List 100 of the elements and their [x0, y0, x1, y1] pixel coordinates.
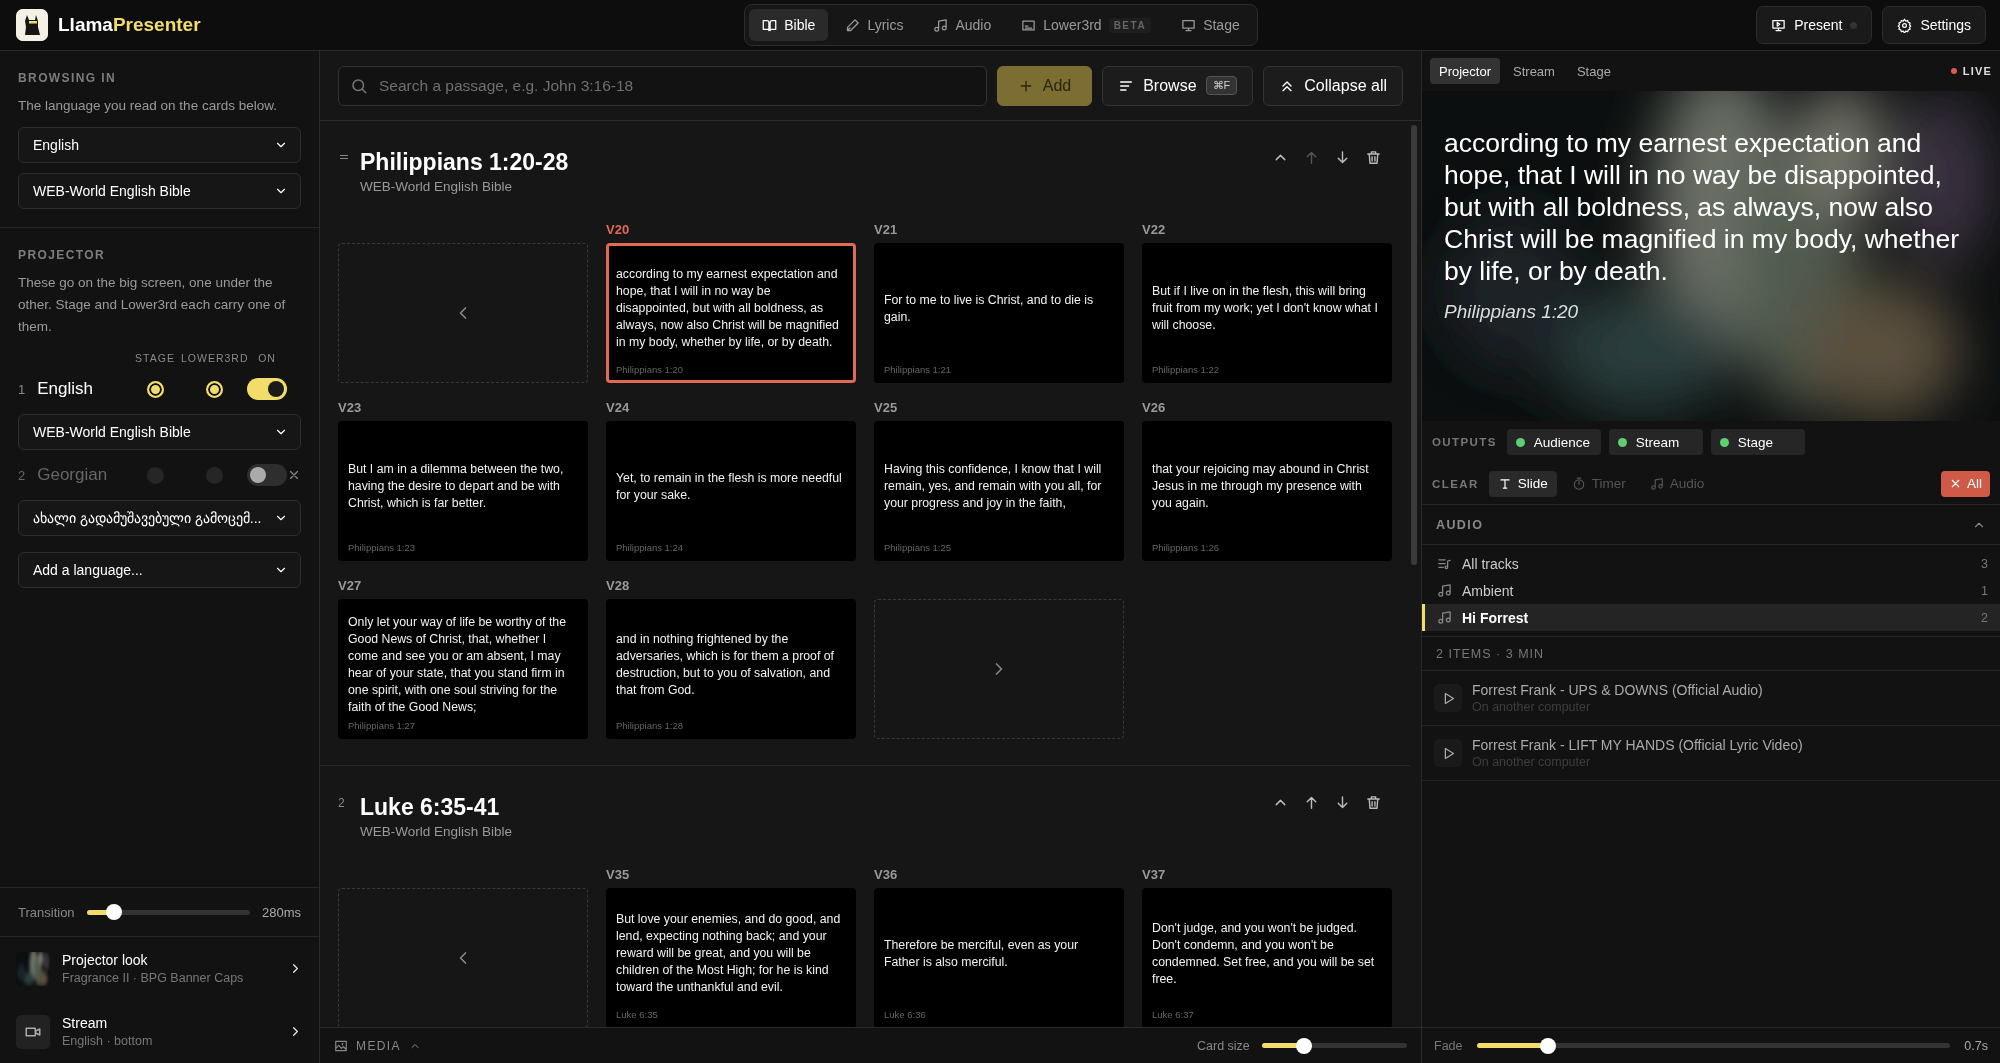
settings-row[interactable]: Stream English · bottom	[0, 1000, 319, 1063]
mode-tab[interactable]: Audio	[920, 9, 1005, 41]
verse-card[interactable]: and in nothing frightened by the adversaries, which is for them a proof of destruction, but to you of salvation, and that from God. Philippians 1:28	[606, 599, 856, 739]
verse-card[interactable]: But love your enemies, and do good, and lend, expecting nothing back; and your reward will be great, and you will be children of the Most High; for he is kind toward the unthankful and evil. Luke 6:35	[606, 888, 856, 1027]
preview-tab[interactable]: Stage	[1567, 58, 1620, 84]
verse-card[interactable]: But I am in a dilemma between the two, having the desire to depart and be with Christ, which is far better. Philippians 1:23	[338, 421, 588, 561]
verse-text: Yet, to remain in the flesh is more needful for your sake.	[616, 469, 843, 504]
preview-tab[interactable]: Projector	[1430, 58, 1501, 84]
dropdown[interactable]: WEB-World English Bible	[18, 414, 301, 450]
verse-label: V24	[606, 400, 631, 415]
playlist-summary: 2 ITEMS · 3 MIN	[1422, 637, 2000, 671]
present-button[interactable]: Present	[1756, 6, 1873, 44]
settings-row[interactable]: Projector look Fragrance II · BPG Banner Caps	[0, 937, 319, 1000]
verse-card[interactable]: that your rejoicing may abound in Christ Jesus in me through my presence with you again. Philippians 1:26	[1142, 421, 1392, 561]
browse-button[interactable]: Browse ⌘F	[1102, 65, 1254, 106]
section-heading: BROWSING IN	[18, 71, 118, 85]
search-field[interactable]: Search a passage, e.g. John 3:16-18	[338, 65, 987, 106]
status-dot	[1850, 21, 1858, 29]
verse-label: V28	[606, 578, 631, 593]
toggle-switch[interactable]	[247, 378, 287, 400]
delete-button[interactable]	[1365, 149, 1382, 166]
verse-card[interactable]: Yet, to remain in the flesh is more needful for your sake. Philippians 1:24	[606, 421, 856, 561]
stage-radio[interactable]	[146, 380, 164, 398]
live-label: LIVE	[1962, 65, 1992, 77]
clear-all-button[interactable]: All	[1941, 470, 1990, 497]
playlist-item[interactable]: Ambient 1	[1422, 577, 2000, 604]
book-icon	[762, 17, 778, 33]
slider-thumb[interactable]	[106, 904, 123, 920]
verse-card[interactable]: Don't judge, and you won't be judged. Don't condemn, and you won't be condemned. Set free, and you will be set free. Luke 6:37	[1142, 888, 1392, 1027]
language-number: 1	[18, 382, 26, 397]
remove-button[interactable]	[287, 468, 301, 482]
dropdown[interactable]: WEB-World English Bible	[18, 173, 301, 209]
section-heading: PROJECTOR	[18, 248, 107, 262]
verse-label: V23	[338, 400, 363, 415]
media-toggle[interactable]: MEDIA	[334, 1038, 421, 1053]
output-button[interactable]: Audience	[1506, 429, 1601, 455]
row-subtitle: English · bottom	[62, 1034, 154, 1048]
row-label: OUTPUTS	[1432, 436, 1497, 448]
scrollbar[interactable]	[1411, 125, 1417, 565]
slider-label: Fade	[1434, 1038, 1463, 1053]
verse-card[interactable]: Therefore be merciful, even as your Father is also merciful. Luke 6:36	[874, 888, 1124, 1027]
verse-reference: Philippians 1:20	[616, 364, 685, 375]
play-button[interactable]	[1434, 684, 1462, 712]
verse-label: V37	[1142, 867, 1167, 882]
dropdown[interactable]: English	[18, 127, 301, 163]
lower3rd-radio[interactable]	[205, 380, 223, 398]
music-note-icon	[1649, 476, 1664, 491]
beta-badge: BETA	[1108, 17, 1152, 33]
track-title: Forrest Frank - UPS & DOWNS (Official Audio)	[1472, 682, 1763, 698]
delete-button[interactable]	[1365, 794, 1382, 811]
preview-tab[interactable]: Stream	[1504, 58, 1564, 84]
timer-icon	[1571, 476, 1586, 491]
toggle-switch[interactable]	[247, 464, 287, 486]
app-name: LlamaPresenter	[58, 14, 201, 36]
trash-icon	[1365, 149, 1382, 166]
mode-tab[interactable]: Lower3rd BETA	[1008, 9, 1165, 41]
mode-tab[interactable]: Bible	[749, 9, 829, 41]
close-icon	[287, 468, 301, 482]
transition-slider[interactable]	[86, 904, 250, 920]
output-button[interactable]: Stage	[1710, 429, 1805, 455]
verse-reference: Luke 6:37	[1152, 1009, 1195, 1020]
dropdown[interactable]: Add a language...	[18, 552, 301, 588]
play-button[interactable]	[1434, 739, 1462, 767]
verse-card[interactable]: But if I live on in the flesh, this will bring fruit from my work; yet I don't know what I will choose. Philippians 1:22	[1142, 243, 1392, 383]
verse-text: For to me to live is Christ, and to die is gain.	[884, 291, 1095, 326]
music-note-icon	[1437, 583, 1452, 598]
output-button[interactable]: Stream	[1608, 429, 1703, 455]
verse-reference: Philippians 1:28	[616, 720, 685, 731]
section-description: These go on the big screen, one under the other. Stage and Lower3rd each carry one of them.	[18, 274, 287, 336]
pen-icon	[845, 17, 861, 33]
text-icon	[1497, 476, 1512, 491]
camera-icon	[16, 1014, 50, 1049]
card-size-slider[interactable]	[1261, 1037, 1407, 1054]
music-list-icon	[1437, 556, 1452, 571]
slider-thumb[interactable]	[1295, 1037, 1312, 1054]
playlist-item[interactable]: Hi Forrest 2	[1422, 604, 2000, 631]
settings-button[interactable]: Settings	[1882, 6, 1986, 44]
mode-tab[interactable]: Lyrics	[832, 9, 917, 41]
fade-slider[interactable]	[1476, 1037, 1951, 1054]
verse-reference: Luke 6:35	[616, 1009, 659, 1020]
slider-thumb[interactable]	[1539, 1037, 1556, 1054]
clear-button[interactable]: Slide	[1488, 470, 1557, 497]
slide-text: according to my earnest expectation and hope, that I will in no way be disappointed, but with all boldness, as always, now also Christ will be magnified in my body, whether by life, or by death.	[1444, 127, 1960, 287]
collapse-button[interactable]: Collapse all	[1263, 65, 1403, 106]
verse-card[interactable]: Having this confidence, I know that I will remain, yes, and remain with you all, for your progress and joy in the faith, Philippians 1:25	[874, 421, 1124, 561]
mode-tab[interactable]: Stage	[1168, 9, 1253, 41]
playlist-item[interactable]: All tracks 3	[1422, 550, 2000, 577]
slider-value: 280ms	[261, 904, 301, 920]
verse-reference: Philippians 1:26	[1152, 542, 1221, 553]
slider-value: 0.7s	[1964, 1038, 1988, 1053]
verse-card[interactable]: For to me to live is Christ, and to die is gain. Philippians 1:21	[874, 243, 1124, 383]
verse-label: V22	[1142, 222, 1167, 237]
language-number: 2	[18, 468, 26, 483]
verse-label: V35	[606, 867, 631, 882]
row-label: CLEAR	[1432, 477, 1479, 490]
verse-reference: Philippians 1:23	[348, 542, 417, 553]
dropdown[interactable]: ახალი გადამუშავებული გამოცემ...	[18, 500, 301, 536]
row-subtitle: Fragrance II · BPG Banner Caps	[62, 971, 245, 985]
verse-card[interactable]	[606, 243, 856, 383]
image-icon	[334, 1038, 348, 1053]
